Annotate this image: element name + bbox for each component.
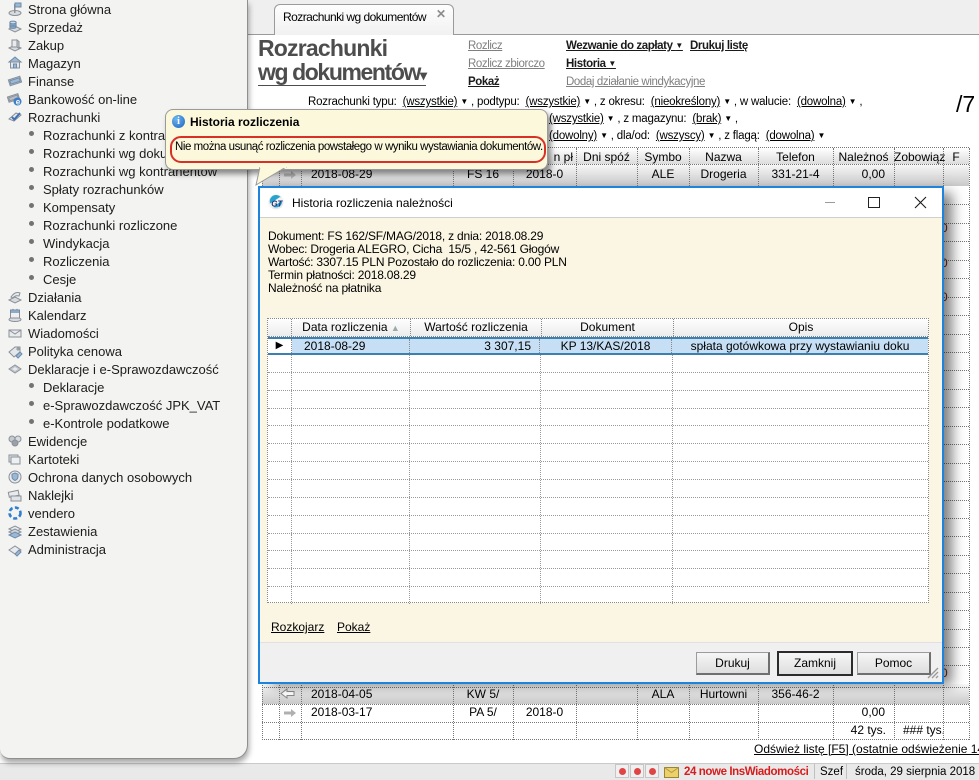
svg-text:GT: GT bbox=[271, 200, 283, 209]
svg-text:e: e bbox=[16, 97, 21, 106]
